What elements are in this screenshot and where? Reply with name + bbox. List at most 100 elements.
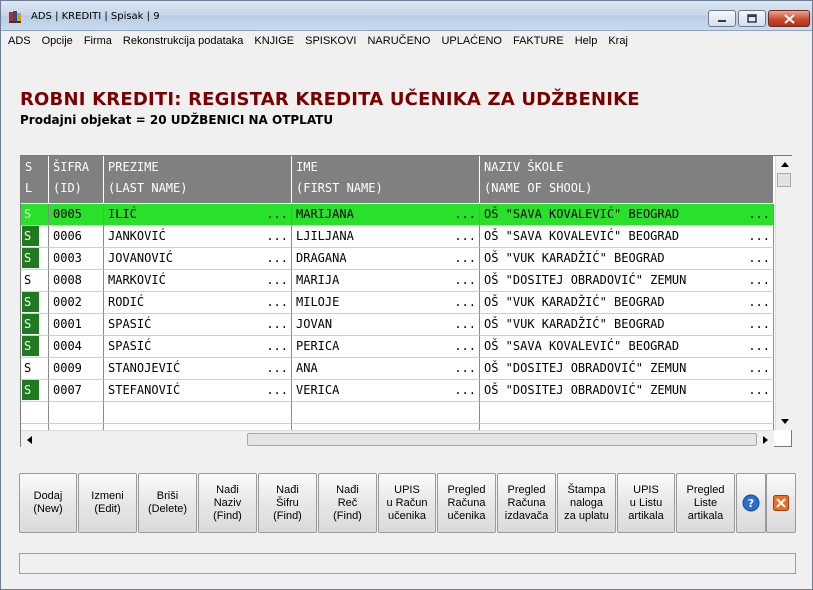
ellipsis-button[interactable]: ... xyxy=(748,248,770,269)
nadji-sifru-button[interactable]: Nađi Šifru (Find) xyxy=(258,473,317,533)
menu-item-firma[interactable]: Firma xyxy=(78,32,117,50)
ellipsis-button[interactable]: ... xyxy=(266,380,288,401)
horizontal-scrollbar[interactable] xyxy=(21,430,774,448)
menu-item-spiskovi[interactable]: SPISKOVI xyxy=(299,32,361,50)
cell-ime: PERICA... xyxy=(292,336,480,358)
credits-grid[interactable]: S L ŠIFRA (ID) PREZIME (LAST NAME) IME (FIRST N… xyxy=(20,155,793,448)
ellipsis-button[interactable]: ... xyxy=(748,204,770,225)
scroll-down-button[interactable] xyxy=(776,413,793,430)
maximize-button[interactable] xyxy=(738,10,766,27)
vertical-scroll-thumb[interactable] xyxy=(777,173,791,187)
pregled-racuna-ucenika-button[interactable]: Pregled Računa učenika xyxy=(437,473,496,533)
vertical-scrollbar[interactable] xyxy=(775,156,793,430)
menu-item-fakture[interactable]: FAKTURE xyxy=(507,32,569,50)
column-header-sublabel: (NAME OF SHOOL) xyxy=(484,181,593,195)
menu-item-help[interactable]: Help xyxy=(569,32,603,50)
column-header-sl[interactable]: SL xyxy=(21,156,49,203)
upis-racun-button[interactable]: UPIS u Račun učenika xyxy=(378,473,436,533)
nadji-rec-button[interactable]: Nađi Reč (Find) xyxy=(318,473,377,533)
cell-ime: MILOJE... xyxy=(292,292,480,314)
ellipsis-button[interactable]: ... xyxy=(454,292,476,313)
ellipsis-button[interactable]: ... xyxy=(454,336,476,357)
grid-body: S L ŠIFRA (ID) PREZIME (LAST NAME) IME (FIRST N… xyxy=(21,156,774,430)
brisi-button[interactable]: Briši (Delete) xyxy=(138,473,197,533)
column-header-prezime[interactable]: PREZIME (LAST NAME) xyxy=(104,156,292,203)
ellipsis-button[interactable]: ... xyxy=(748,336,770,357)
column-header-label: IME xyxy=(296,160,318,174)
menu-item-ads[interactable]: ADS xyxy=(2,32,36,50)
ellipsis-button[interactable]: ... xyxy=(266,336,288,357)
ellipsis-button[interactable]: ... xyxy=(748,226,770,247)
pregled-racuna-izdavaca-button[interactable]: Pregled Računa izdavača xyxy=(497,473,556,533)
cell-text: OŠ "SAVA KOVALEVIĆ" BEOGRAD xyxy=(484,339,680,353)
ellipsis-button[interactable]: ... xyxy=(266,226,288,247)
nadji-naziv-button[interactable]: Nađi Naziv (Find) xyxy=(198,473,257,533)
column-header-ime[interactable]: IME (FIRST NAME) xyxy=(292,156,480,203)
izmeni-button[interactable]: Izmeni (Edit) xyxy=(78,473,137,533)
ellipsis-button[interactable]: ... xyxy=(748,358,770,379)
arrow-up-icon xyxy=(780,162,789,167)
horizontal-scroll-thumb[interactable] xyxy=(247,433,757,446)
cell-sifra: 0006 xyxy=(49,226,104,248)
ellipsis-button[interactable]: ... xyxy=(266,270,288,291)
cell-naziv-skole: OŠ "SAVA KOVALEVIĆ" BEOGRAD... xyxy=(480,204,774,226)
ellipsis-button[interactable]: ... xyxy=(748,270,770,291)
dodaj-button[interactable]: Dodaj (New) xyxy=(19,473,77,533)
cell-text: ANA xyxy=(296,361,318,375)
table-row[interactable]: S 0003 JOVANOVIĆ... DRAGANA... OŠ "VUK KARAD… xyxy=(21,248,774,270)
ellipsis-button[interactable]: ... xyxy=(748,380,770,401)
menu-item-upla-eno[interactable]: UPLAĆENO xyxy=(435,32,507,50)
help-button[interactable]: ? xyxy=(736,473,766,533)
cell-naziv-skole: OŠ "SAVA KOVALEVIĆ" BEOGRAD... xyxy=(480,226,774,248)
cell-naziv-skole: OŠ "VUK KARADŽIĆ" BEOGRAD... xyxy=(480,292,774,314)
menu-item-naru-eno[interactable]: NARUČENO xyxy=(361,32,435,50)
table-row[interactable]: S 0009 STANOJEVIĆ... ANA... OŠ "DOSITEJ OBRA… xyxy=(21,358,774,380)
title-bar[interactable]: ADS | KREDITI | Spisak | 9 xyxy=(1,1,812,31)
ellipsis-button[interactable]: ... xyxy=(454,248,476,269)
ellipsis-button[interactable]: ... xyxy=(454,358,476,379)
menu-item-opcije[interactable]: Opcije xyxy=(36,32,78,50)
cell-sifra: 0005 xyxy=(49,204,104,226)
ellipsis-button[interactable]: ... xyxy=(454,204,476,225)
table-row[interactable]: S 0001 SPASIĆ... JOVAN... OŠ "VUK KARADŽIĆ" … xyxy=(21,314,774,336)
cell-prezime: JANKOVIĆ... xyxy=(104,226,292,248)
menu-item-kraj[interactable]: Kraj xyxy=(602,32,633,50)
arrow-down-icon xyxy=(780,419,789,424)
ellipsis-button[interactable]: ... xyxy=(266,248,288,269)
ellipsis-button[interactable]: ... xyxy=(266,314,288,335)
table-row[interactable]: S 0005 ILIĆ... MARIJANA... OŠ "SAVA KOVALEVI… xyxy=(21,204,774,226)
column-header-sifra[interactable]: ŠIFRA (ID) xyxy=(49,156,104,203)
menu-item-rekonstrukcija-podataka[interactable]: Rekonstrukcija podataka xyxy=(117,32,248,50)
table-row[interactable]: S 0004 SPASIĆ... PERICA... OŠ "SAVA KOVALEVI… xyxy=(21,336,774,358)
table-row[interactable]: S 0008 MARKOVIĆ... MARIJA... OŠ "DOSITEJ OBR… xyxy=(21,270,774,292)
close-window-button[interactable] xyxy=(768,10,810,27)
cell-text: MARIJA xyxy=(296,273,340,287)
window-title: ADS | KREDITI | Spisak | 9 xyxy=(31,11,160,22)
scroll-right-button[interactable] xyxy=(757,431,774,448)
status-marker: S xyxy=(24,273,32,287)
ellipsis-button[interactable]: ... xyxy=(748,292,770,313)
ellipsis-button[interactable]: ... xyxy=(266,358,288,379)
scroll-left-button[interactable] xyxy=(21,431,38,448)
table-row[interactable]: S 0006 JANKOVIĆ... LJILJANA... OŠ "SAVA KOVA… xyxy=(21,226,774,248)
ellipsis-button[interactable]: ... xyxy=(266,204,288,225)
exit-button[interactable] xyxy=(766,473,796,533)
minimize-icon xyxy=(718,19,726,22)
column-header-naziv-skole[interactable]: NAZIV ŠKOLE (NAME OF SHOOL) xyxy=(480,156,774,203)
upis-lista-button[interactable]: UPIS u Listu artikala xyxy=(617,473,675,533)
stampa-naloga-button[interactable]: Štampa naloga za uplatu xyxy=(557,473,616,533)
minimize-button[interactable] xyxy=(708,10,736,27)
ellipsis-button[interactable]: ... xyxy=(454,314,476,335)
ellipsis-button[interactable]: ... xyxy=(454,226,476,247)
ellipsis-button[interactable]: ... xyxy=(266,292,288,313)
table-row[interactable]: S 0007 STEFANOVIĆ... VERICA... OŠ "DOSITEJ O… xyxy=(21,380,774,402)
pregled-liste-button[interactable]: Pregled Liste artikala xyxy=(676,473,735,533)
menu-item-knjige[interactable]: KNJIGE xyxy=(248,32,299,50)
ellipsis-button[interactable]: ... xyxy=(454,270,476,291)
table-row[interactable]: S 0002 RODIĆ... MILOJE... OŠ "VUK KARADŽIĆ" … xyxy=(21,292,774,314)
cell-naziv-skole: OŠ "VUK KARADŽIĆ" BEOGRAD... xyxy=(480,248,774,270)
ellipsis-button[interactable]: ... xyxy=(454,380,476,401)
ellipsis-button[interactable]: ... xyxy=(748,314,770,335)
empty-table-row[interactable] xyxy=(21,402,774,424)
scroll-up-button[interactable] xyxy=(776,156,793,173)
